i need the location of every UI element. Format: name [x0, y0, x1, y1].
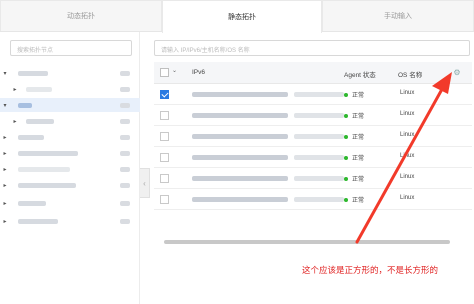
- tab-static-topology[interactable]: 静态拓扑: [162, 0, 322, 33]
- annotation-arrow-icon: [355, 72, 452, 244]
- annotation-text: 这个应该是正方形的，不是长方形的: [302, 265, 439, 275]
